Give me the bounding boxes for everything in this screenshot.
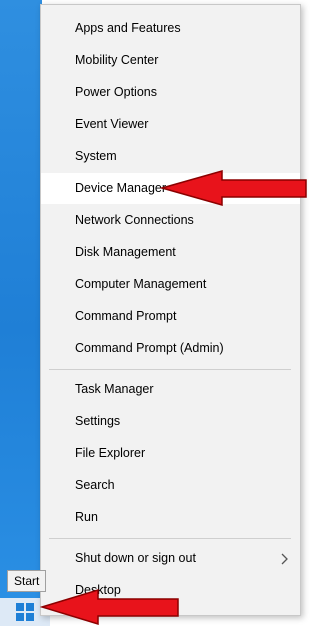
menu-item-file-explorer[interactable]: File Explorer (41, 438, 300, 469)
annotation-arrow-icon (40, 588, 179, 626)
menu-item-command-prompt-admin[interactable]: Command Prompt (Admin) (41, 333, 300, 364)
menu-separator (49, 369, 291, 370)
menu-item-label: Task Manager (75, 382, 154, 396)
menu-item-network-connections[interactable]: Network Connections (41, 205, 300, 236)
menu-item-label: Computer Management (75, 277, 207, 291)
menu-item-label: Settings (75, 414, 121, 428)
menu-item-label: File Explorer (75, 446, 146, 460)
menu-item-search[interactable]: Search (41, 470, 300, 501)
windows-logo-icon (16, 603, 34, 621)
menu-item-disk-management[interactable]: Disk Management (41, 237, 300, 268)
menu-item-label: Command Prompt (Admin) (75, 341, 224, 355)
menu-item-label: Run (75, 510, 98, 524)
menu-item-settings[interactable]: Settings (41, 406, 300, 437)
menu-item-power-options[interactable]: Power Options (41, 77, 300, 108)
menu-item-label: Command Prompt (75, 309, 177, 323)
desktop-background (0, 0, 42, 598)
menu-item-apps-and-features[interactable]: Apps and Features (41, 13, 300, 44)
menu-item-command-prompt[interactable]: Command Prompt (41, 301, 300, 332)
menu-item-label: Device Manager (75, 181, 167, 195)
winx-power-user-menu: Apps and Features Mobility Center Power … (40, 4, 301, 616)
menu-item-label: Disk Management (75, 245, 176, 259)
menu-item-label: Apps and Features (75, 21, 181, 35)
annotation-arrow-icon (160, 170, 307, 206)
menu-item-shut-down-or-sign-out[interactable]: Shut down or sign out (41, 543, 300, 574)
menu-item-system[interactable]: System (41, 141, 300, 172)
menu-item-task-manager[interactable]: Task Manager (41, 374, 300, 405)
menu-separator (49, 538, 291, 539)
menu-item-run[interactable]: Run (41, 502, 300, 533)
menu-item-mobility-center[interactable]: Mobility Center (41, 45, 300, 76)
menu-item-label: Mobility Center (75, 53, 159, 67)
menu-item-label: Power Options (75, 85, 157, 99)
menu-item-computer-management[interactable]: Computer Management (41, 269, 300, 300)
menu-item-label: Search (75, 478, 115, 492)
menu-item-label: Network Connections (75, 213, 194, 227)
menu-item-label: Event Viewer (75, 117, 149, 131)
chevron-right-icon (280, 543, 290, 574)
menu-item-event-viewer[interactable]: Event Viewer (41, 109, 300, 140)
menu-item-label: System (75, 149, 117, 163)
menu-item-label: Shut down or sign out (75, 551, 196, 565)
